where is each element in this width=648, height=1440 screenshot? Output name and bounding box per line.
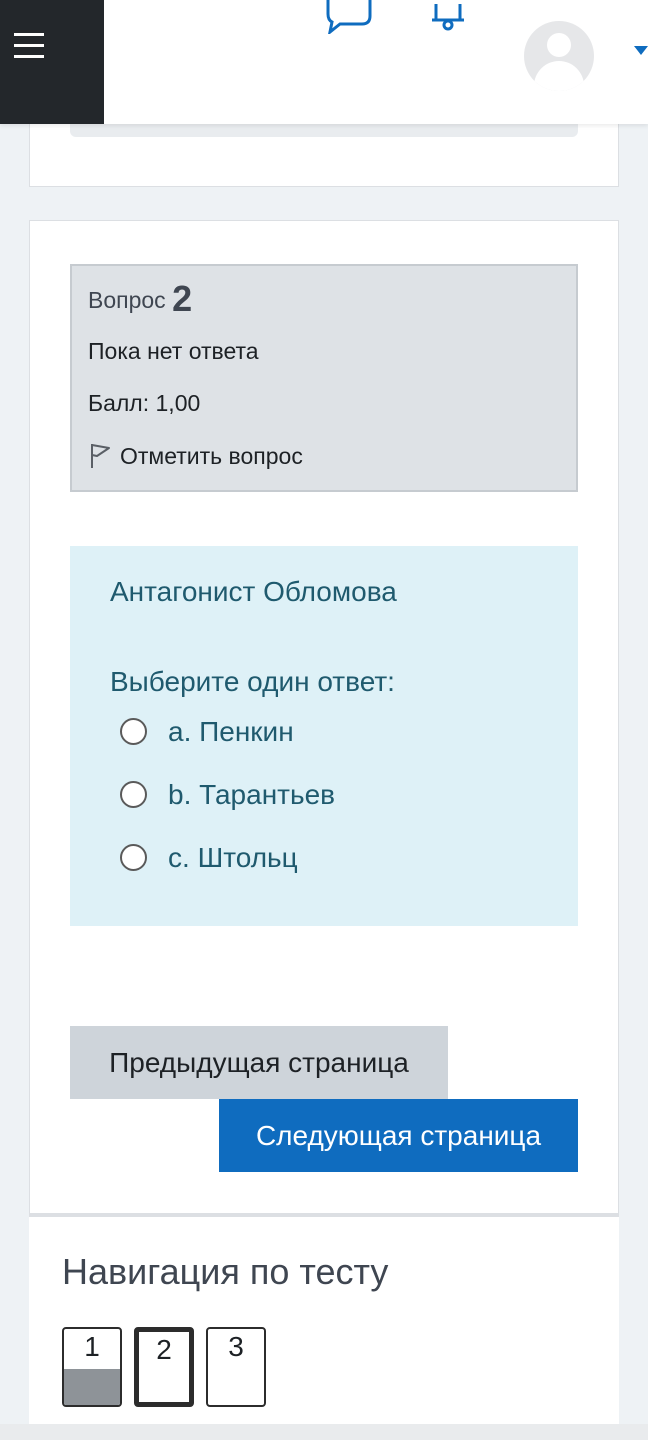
- top-navbar: [0, 0, 648, 124]
- answer-letter: c.: [168, 842, 190, 873]
- question-label: Вопрос: [88, 287, 166, 313]
- answer-letter: a.: [168, 716, 192, 747]
- question-number: Вопрос 2: [88, 278, 192, 320]
- caret-down-icon[interactable]: [634, 46, 648, 55]
- answer-text: Штольц: [197, 842, 298, 873]
- quiz-nav-number: 3: [228, 1331, 244, 1362]
- quiz-navigation-title: Навигация по тесту: [62, 1251, 389, 1292]
- quiz-nav-button-3[interactable]: 3: [206, 1327, 266, 1407]
- flag-icon: [91, 444, 110, 468]
- avatar-head: [547, 33, 571, 57]
- question-formulation: Антагонист Обломова Выберите один ответ:…: [70, 546, 578, 926]
- answer-label: a. Пенкин: [168, 716, 294, 748]
- avatar-body: [534, 61, 584, 91]
- answer-label: c. Штольц: [168, 842, 298, 874]
- quiz-nav-number: 1: [84, 1331, 100, 1362]
- next-page-button[interactable]: Следующая страница: [219, 1099, 578, 1172]
- hamburger-menu-icon[interactable]: [0, 0, 104, 124]
- radio-button[interactable]: [120, 781, 147, 808]
- answer-option-c[interactable]: c. Штольц: [120, 842, 298, 874]
- radio-button[interactable]: [120, 718, 147, 745]
- question-text: Антагонист Обломова: [110, 576, 397, 607]
- quiz-navigation-card: Навигация по тесту 1 2 3: [29, 1214, 619, 1440]
- bottom-strip: [0, 1424, 648, 1440]
- bell-icon[interactable]: [428, 0, 468, 39]
- flag-question-label: Отметить вопрос: [120, 443, 303, 469]
- answer-text: Пенкин: [199, 716, 294, 747]
- answer-prompt: Выберите один ответ:: [110, 666, 395, 697]
- question-grade: Балл: 1,00: [88, 390, 201, 416]
- quiz-nav-number: 2: [156, 1334, 172, 1365]
- answered-indicator: [64, 1368, 120, 1405]
- answer-text: Тарантьев: [199, 779, 336, 810]
- answer-option-a[interactable]: a. Пенкин: [120, 716, 294, 748]
- previous-page-button[interactable]: Предыдущая страница: [70, 1026, 448, 1099]
- answer-label: b. Тарантьев: [168, 779, 335, 811]
- answer-letter: b.: [168, 779, 192, 810]
- question-info-box: Вопрос 2 Пока нет ответа Балл: 1,00 Отме…: [70, 264, 578, 492]
- speech-bubble-icon[interactable]: [324, 0, 374, 39]
- user-avatar-icon[interactable]: [524, 21, 594, 91]
- answer-option-b[interactable]: b. Тарантьев: [120, 779, 335, 811]
- quiz-nav-button-1[interactable]: 1: [62, 1327, 122, 1407]
- quiz-nav-button-2[interactable]: 2: [134, 1327, 194, 1407]
- radio-button[interactable]: [120, 844, 147, 871]
- question-state: Пока нет ответа: [88, 338, 259, 364]
- flag-question-link[interactable]: Отметить вопрос: [88, 442, 303, 470]
- question-number-value: 2: [172, 278, 193, 319]
